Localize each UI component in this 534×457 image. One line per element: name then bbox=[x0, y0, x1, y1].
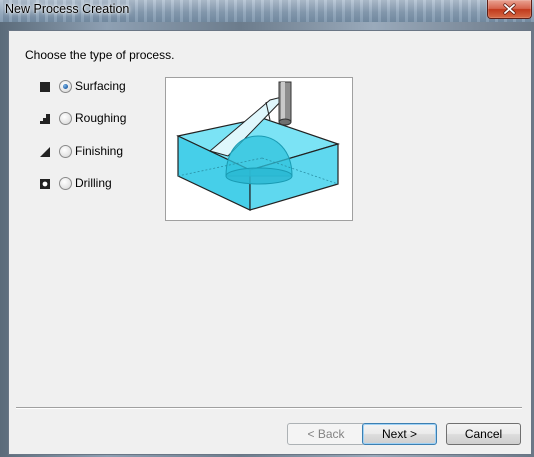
title-bar[interactable]: New Process Creation bbox=[0, 0, 534, 22]
dialog-content: Choose the type of process. Surfacing Ro… bbox=[8, 30, 532, 455]
option-label: Drilling bbox=[75, 176, 112, 190]
close-icon bbox=[503, 3, 516, 15]
option-drilling[interactable]: Drilling bbox=[39, 176, 139, 192]
prompt-label: Choose the type of process. bbox=[25, 48, 175, 62]
close-button[interactable] bbox=[487, 0, 532, 19]
cancel-button[interactable]: Cancel bbox=[446, 423, 521, 445]
radio-surfacing[interactable] bbox=[59, 80, 72, 93]
process-preview bbox=[165, 77, 353, 221]
radio-roughing[interactable] bbox=[59, 112, 72, 125]
option-finishing[interactable]: Finishing bbox=[39, 144, 139, 160]
radio-finishing[interactable] bbox=[59, 145, 72, 158]
surfacing-preview-image bbox=[176, 81, 340, 211]
option-label: Surfacing bbox=[75, 79, 126, 93]
next-button[interactable]: Next > bbox=[362, 423, 437, 445]
surfacing-icon bbox=[40, 82, 50, 92]
option-roughing[interactable]: Roughing bbox=[39, 111, 139, 127]
back-button[interactable]: < Back bbox=[287, 423, 365, 445]
dialog-window: New Process Creation Choose the type of … bbox=[0, 0, 534, 457]
option-label: Finishing bbox=[75, 144, 124, 158]
option-surfacing[interactable]: Surfacing bbox=[39, 79, 139, 95]
option-label: Roughing bbox=[75, 111, 127, 125]
roughing-icon bbox=[40, 114, 50, 124]
radio-drilling[interactable] bbox=[59, 177, 72, 190]
finishing-icon bbox=[40, 147, 50, 157]
window-title: New Process Creation bbox=[5, 2, 130, 16]
drilling-icon bbox=[40, 179, 50, 189]
footer-separator bbox=[16, 407, 522, 409]
